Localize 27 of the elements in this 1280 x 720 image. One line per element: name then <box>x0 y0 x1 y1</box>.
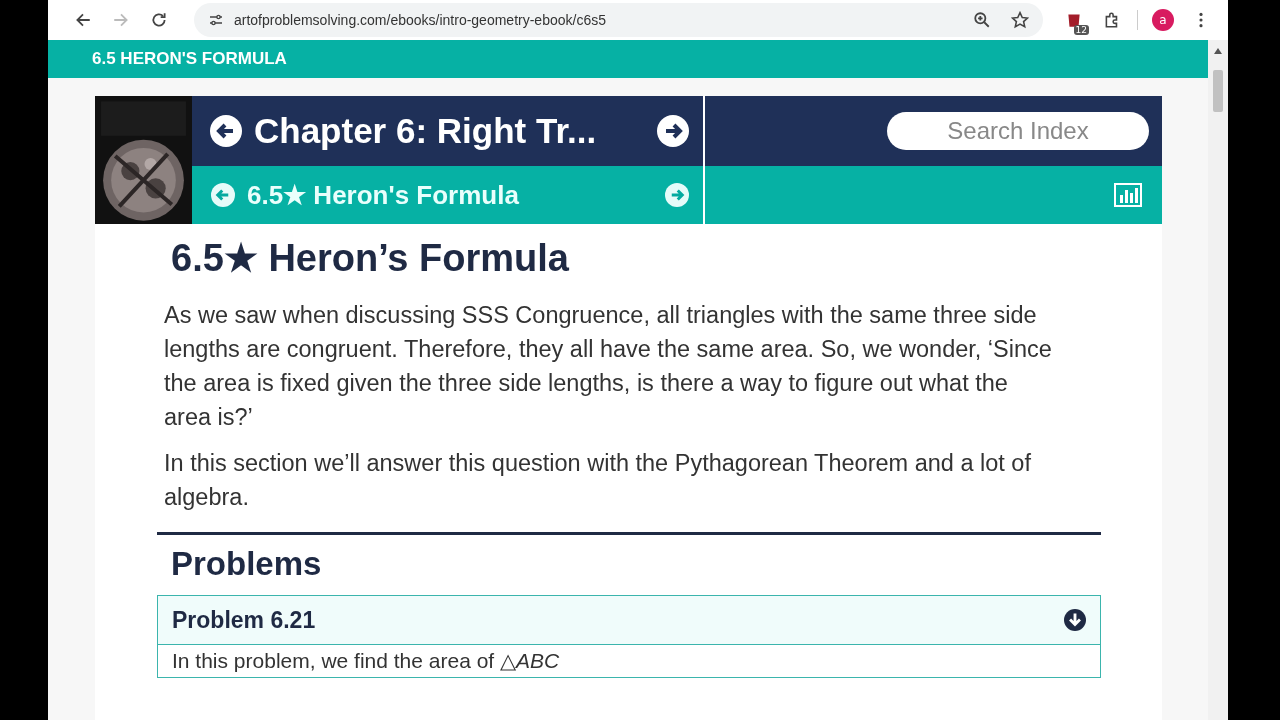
site-settings-icon[interactable] <box>208 12 224 28</box>
scrollbar[interactable] <box>1208 40 1228 720</box>
reload-icon[interactable] <box>150 11 168 29</box>
profile-avatar[interactable]: a <box>1152 9 1174 31</box>
back-icon[interactable] <box>74 11 92 29</box>
paragraph: As we saw when discussing SSS Congruence, all triangles with the same three side lengths are congruent. Therefore, they all have the same area. So, we wonder, ‘Since the area is fixed given the three side lengths, is there a way to figure out what the area is?’ <box>164 301 1053 432</box>
zoom-icon[interactable] <box>973 11 991 29</box>
problem-title: Problem 6.21 <box>172 606 316 634</box>
problem-header[interactable]: Problem 6.21 <box>158 596 1100 645</box>
next-chapter-icon[interactable] <box>657 115 689 147</box>
paragraph: In this section we’ll answer this question with the Pythagorean Theorem and a lot of algebra. <box>164 449 1032 512</box>
extension-badge: 12 <box>1073 25 1089 35</box>
previous-section-icon[interactable] <box>211 183 235 207</box>
scrollbar-thumb[interactable] <box>1213 70 1223 112</box>
search-field[interactable]: Search Index <box>887 112 1149 150</box>
star-icon[interactable] <box>1011 11 1029 29</box>
chart-icon[interactable] <box>1114 183 1142 207</box>
url-text: artofproblemsolving.com/ebooks/intro-geometry-ebook/c6s5 <box>234 12 606 28</box>
page-title: 6.5★ Heron’s Formula <box>171 236 570 280</box>
address-bar[interactable]: artofproblemsolving.com/ebooks/intro-geometry-ebook/c6s5 <box>194 3 1043 37</box>
expand-icon[interactable] <box>1064 609 1086 631</box>
problem-text: In this problem, we find the area of △ABC <box>172 649 560 672</box>
next-section-icon[interactable] <box>665 183 689 207</box>
previous-chapter-icon[interactable] <box>210 115 242 147</box>
problems-heading: Problems <box>171 545 323 583</box>
section-header-text: 6.5 HERON'S FORMULA <box>92 49 287 69</box>
scroll-up-icon[interactable] <box>1214 48 1222 54</box>
